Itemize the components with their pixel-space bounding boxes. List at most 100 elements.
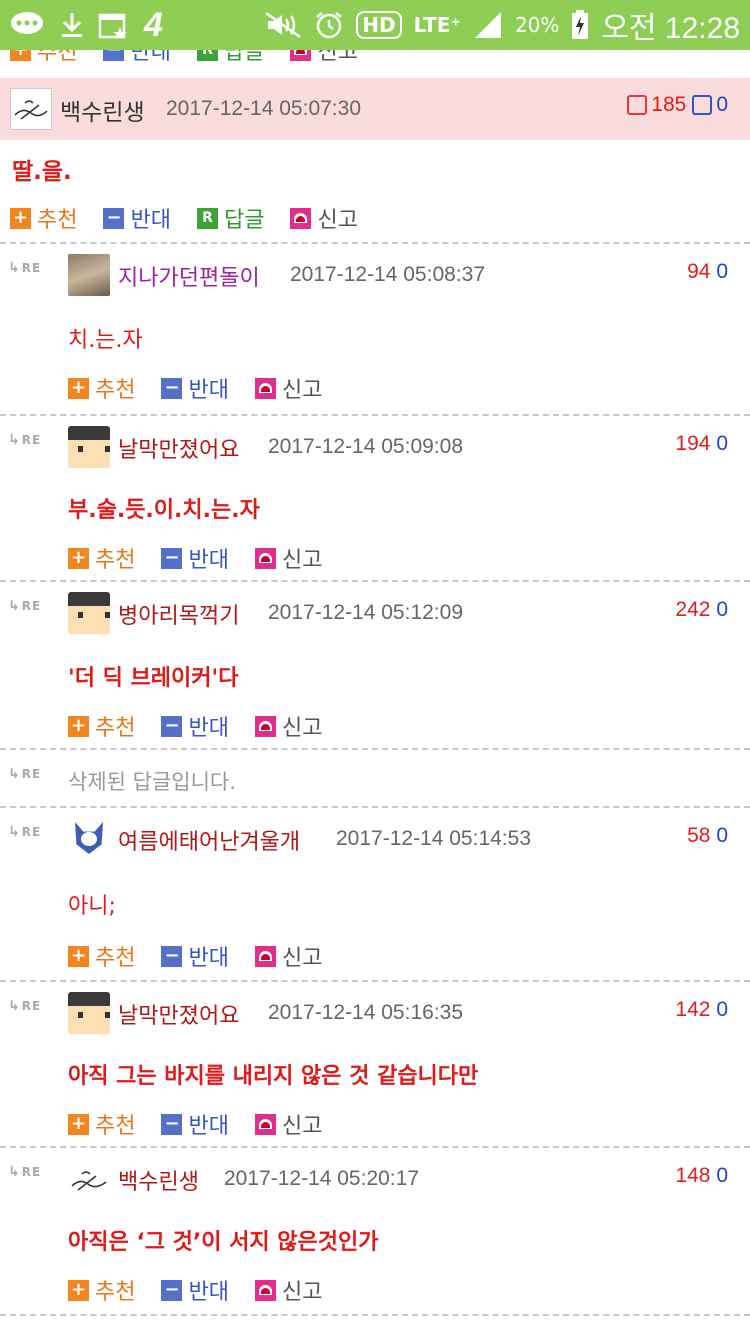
comment-item: RE 백수린생 2017-12-14 05:20:17 148 0 아직은 ‘그… [0,1146,750,1312]
downvote-count: 0 [716,93,728,116]
report-button[interactable]: 신고 [290,202,358,234]
avatar[interactable] [68,1158,110,1200]
re-indicator: RE [8,1164,41,1180]
comment-body: 부.술.듯.이.치.는.자 [68,498,260,523]
minus-icon: − [103,50,125,61]
plus-icon: + [68,715,89,737]
reply-button[interactable]: R 답글 [196,202,264,234]
avatar[interactable] [68,992,110,1034]
comment-actions: + 추천 − 반대 신고 [68,710,348,742]
comment-votes: 242 0 [675,598,728,621]
plus-icon: + [68,377,89,399]
comment-votes: 148 0 [675,1164,728,1187]
minus-icon: − [161,945,183,967]
report-button[interactable]: 신고 [254,710,322,742]
comment-author[interactable]: 여름에태어난겨울개 [118,824,300,856]
comment-body: 아직은 ‘그 것’이 서지 않은것인가 [68,1230,379,1255]
post-author[interactable]: 백수린생 [60,93,145,127]
comment-item: RE 여름에태어난겨울개 2017-12-14 05:14:53 58 0 아니… [0,806,750,980]
comment-item: RE 날막만졌어요 2017-12-14 05:16:35 142 0 아직 그… [0,980,750,1146]
comment-date: 2017-12-14 05:14:53 [336,827,531,850]
minus-icon: − [161,715,183,737]
report-button[interactable]: 신고 [254,1108,322,1140]
comment-author[interactable]: 날막만졌어요 [118,432,239,464]
report-button[interactable]: 신고 [290,50,358,66]
siren-icon [254,547,276,569]
comment-body: 아니; [68,894,116,919]
post-header: 백수린생 2017-12-14 05:07:30 185 0 [0,78,750,140]
minus-icon: − [161,377,183,399]
comment-votes: 142 0 [675,998,728,1021]
re-indicator: RE [8,260,41,276]
recommend-button[interactable]: +추천 [68,940,135,972]
post-body: 딸.을. [12,159,72,185]
comment-item-deleted: RE 삭제된 답글입니다. [0,748,750,804]
calendar-icon [98,11,130,39]
deleted-notice: 삭제된 답글입니다. [68,770,236,794]
reply-icon: R [196,50,218,61]
oppose-button[interactable]: −반대 [161,1108,229,1140]
comment-actions: + 추천 − 반대 신고 [68,1274,348,1306]
comment-author[interactable]: 날막만졌어요 [118,998,239,1030]
comment-item: RE 병아리목꺽기 2017-12-14 05:12:09 242 0 '더 딕… [0,580,750,748]
lte-icon: LTE⁺ [413,13,461,37]
siren-icon [290,207,312,229]
comment-item: RE 날막만졌어요 2017-12-14 05:09:08 194 0 부.술.… [0,414,750,580]
comment-votes: 58 0 [687,824,728,847]
avatar[interactable] [10,88,52,130]
minus-icon: − [161,1279,183,1301]
comment-author[interactable]: 지나가던편돌이 [118,260,260,292]
minus-icon: − [161,1113,183,1135]
plus-icon: + [10,207,31,229]
status-bar: 4 HD LTE⁺ 20% 오전 12:28 [0,0,750,50]
siren-icon [254,715,276,737]
report-button[interactable]: 신고 [254,940,322,972]
clock: 오전 12:28 [601,12,740,45]
comment-actions: + 추천 − 반대 신고 [68,1108,348,1140]
oppose-button[interactable]: −반대 [161,372,229,404]
comment-votes: 194 0 [675,432,728,455]
plus-icon: + [68,945,89,967]
avatar[interactable] [68,426,110,468]
recommend-button[interactable]: +추천 [68,1274,135,1306]
comment-body: 치.는.자 [68,328,143,353]
avatar[interactable] [68,254,110,296]
re-indicator: RE [8,766,41,782]
recommend-button[interactable]: +추천 [10,50,77,66]
oppose-button[interactable]: −반대 [103,202,171,234]
siren-icon [254,1113,276,1135]
report-button[interactable]: 신고 [254,1274,322,1306]
siren-icon [290,50,312,61]
comment-actions: + 추천 − 반대 신고 [68,372,348,404]
comment-body: '더 딕 브레이커'다 [68,666,239,691]
re-indicator: RE [8,432,41,448]
avatar[interactable] [68,592,110,634]
alarm-icon [314,10,344,40]
reply-button[interactable]: R 답글 [196,50,264,66]
avatar[interactable] [68,818,110,860]
download-icon [60,11,84,39]
oppose-button[interactable]: −반대 [161,710,229,742]
plus-icon: + [68,1113,89,1135]
oppose-button[interactable]: −반대 [103,50,171,66]
report-button[interactable]: 신고 [254,542,322,574]
recommend-button[interactable]: +추천 [68,372,135,404]
post-actions: + 추천 − 반대 R 답글 신고 [10,202,384,234]
comment-item: RE 지나가던편돌이 2017-12-14 05:08:37 94 0 치.는.… [0,242,750,412]
recommend-button[interactable]: +추천 [68,542,135,574]
oppose-button[interactable]: −반대 [161,940,229,972]
report-button[interactable]: 신고 [254,372,322,404]
re-indicator: RE [8,998,41,1014]
oppose-button[interactable]: −반대 [161,542,229,574]
signal-icon [473,10,503,40]
thumbs-up-icon [627,95,648,115]
comment-votes: 94 0 [687,260,728,283]
recommend-button[interactable]: +추천 [68,710,135,742]
comment-author[interactable]: 백수린생 [118,1164,199,1196]
oppose-button[interactable]: −반대 [161,1274,229,1306]
comment-author[interactable]: 병아리목꺽기 [118,598,239,630]
recommend-button[interactable]: +추천 [10,202,77,234]
recommend-button[interactable]: +추천 [68,1108,135,1140]
comment-item-partial [0,1314,750,1333]
comment-actions: + 추천 − 반대 신고 [68,542,348,574]
